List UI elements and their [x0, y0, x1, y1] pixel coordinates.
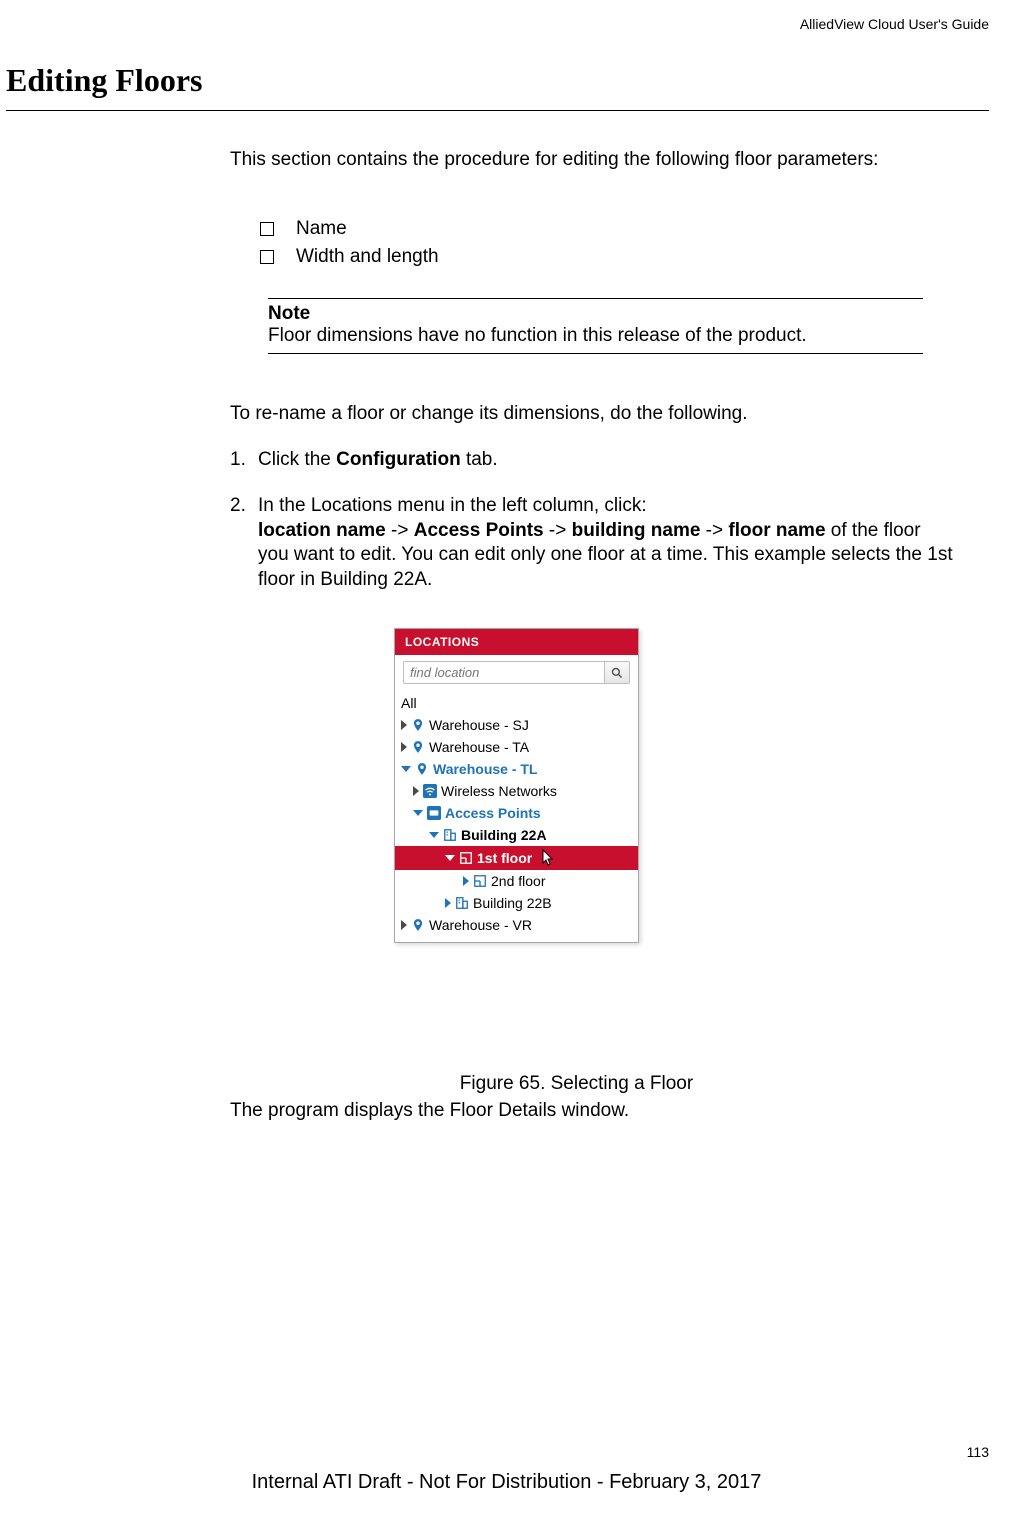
note-text: Floor dimensions have no function in thi… [268, 325, 923, 347]
bullet-box-icon [260, 250, 274, 264]
section-title: Editing Floors [6, 62, 202, 99]
step-1: 1.Click the Configuration tab. [230, 449, 923, 471]
floor-name-bold: floor name [728, 520, 825, 541]
note-title: Note [268, 303, 923, 325]
tree-item-warehouse-vr[interactable]: Warehouse - VR [395, 914, 638, 936]
step-number: 1. [230, 449, 258, 471]
tree-item-2nd-floor[interactable]: 2nd floor [395, 870, 638, 892]
param-label: Name [296, 218, 347, 240]
param-label: Width and length [296, 246, 439, 268]
caret-right-icon [401, 920, 407, 930]
note-box: Note Floor dimensions have no function i… [268, 298, 923, 354]
step-text: Click the [258, 449, 336, 470]
caret-right-icon [463, 876, 469, 886]
header-guide-name: AlliedView Cloud User's Guide [800, 16, 989, 32]
intro-text: This section contains the procedure for … [230, 148, 923, 173]
caret-right-icon [401, 742, 407, 752]
program-displays-text: The program displays the Floor Details w… [230, 1100, 923, 1122]
params-list: Name Width and length [260, 218, 923, 274]
tree-item-building-22b[interactable]: Building 22B [395, 892, 638, 914]
caret-right-icon [413, 786, 419, 796]
figure-locations-panel: LOCATIONS All Warehouse - SJ Warehouse -… [394, 628, 639, 943]
tree-item-warehouse-tl[interactable]: Warehouse - TL [395, 758, 638, 780]
floor-icon [473, 874, 487, 888]
floor-icon [459, 851, 473, 865]
caret-right-icon [401, 720, 407, 730]
access-point-icon [427, 806, 441, 820]
cursor-icon [540, 849, 556, 867]
location-pin-icon [411, 918, 425, 932]
panel-header: LOCATIONS [395, 629, 638, 655]
step-text: In the Locations menu in the left column… [258, 495, 647, 516]
caret-down-icon [445, 855, 455, 861]
caret-right-icon [445, 898, 451, 908]
tree-label: Warehouse - SJ [429, 717, 529, 733]
step-text: -> [700, 520, 728, 541]
step-text: -> [386, 520, 414, 541]
caret-down-icon [413, 810, 423, 816]
param-row: Width and length [260, 246, 923, 268]
building-icon [455, 896, 469, 910]
caret-down-icon [429, 832, 439, 838]
tree-item-building-22a[interactable]: Building 22A [395, 824, 638, 846]
tree-item-1st-floor[interactable]: 1st floor [395, 846, 638, 870]
access-points-bold: Access Points [414, 520, 544, 541]
bullet-box-icon [260, 222, 274, 236]
figure-caption: Figure 65. Selecting a Floor [230, 1073, 923, 1095]
tree-label: 1st floor [477, 850, 532, 866]
location-name-bold: location name [258, 520, 386, 541]
building-icon [443, 828, 457, 842]
locations-panel: LOCATIONS All Warehouse - SJ Warehouse -… [394, 628, 639, 943]
tree-all[interactable]: All [395, 692, 638, 714]
search-button[interactable] [604, 661, 630, 684]
caret-down-icon [401, 766, 411, 772]
tree-item-wireless-networks[interactable]: Wireless Networks [395, 780, 638, 802]
tree-label: Wireless Networks [441, 783, 557, 799]
step-text: tab. [461, 449, 498, 470]
tree-label: Warehouse - TA [429, 739, 529, 755]
search-input[interactable] [403, 661, 604, 684]
location-pin-icon [411, 740, 425, 754]
search-icon [611, 667, 623, 679]
tree-item-access-points[interactable]: Access Points [395, 802, 638, 824]
tree-item-warehouse-ta[interactable]: Warehouse - TA [395, 736, 638, 758]
wifi-icon [423, 784, 437, 798]
footer-text: Internal ATI Draft - Not For Distributio… [0, 1471, 1013, 1494]
step-text: -> [544, 520, 572, 541]
location-tree: All Warehouse - SJ Warehouse - TA Wareho… [395, 690, 638, 942]
page-number: 113 [967, 1444, 989, 1460]
tree-label: Warehouse - VR [429, 917, 532, 933]
tree-label: Warehouse - TL [433, 761, 538, 777]
tree-label: Building 22B [473, 895, 552, 911]
to-rename-text: To re-name a floor or change its dimensi… [230, 403, 923, 425]
step-number: 2. [230, 494, 258, 519]
tree-label: Building 22A [461, 827, 547, 843]
tree-item-warehouse-sj[interactable]: Warehouse - SJ [395, 714, 638, 736]
configuration-bold: Configuration [336, 449, 461, 470]
tree-label: 2nd floor [491, 873, 545, 889]
location-pin-icon [411, 718, 425, 732]
building-name-bold: building name [572, 520, 701, 541]
param-row: Name [260, 218, 923, 240]
step-2: 2.In the Locations menu in the left colu… [230, 494, 953, 593]
search-row [395, 655, 638, 690]
title-rule [6, 110, 989, 111]
tree-label: Access Points [445, 805, 541, 821]
tree-label: All [401, 695, 417, 711]
location-pin-icon [415, 762, 429, 776]
